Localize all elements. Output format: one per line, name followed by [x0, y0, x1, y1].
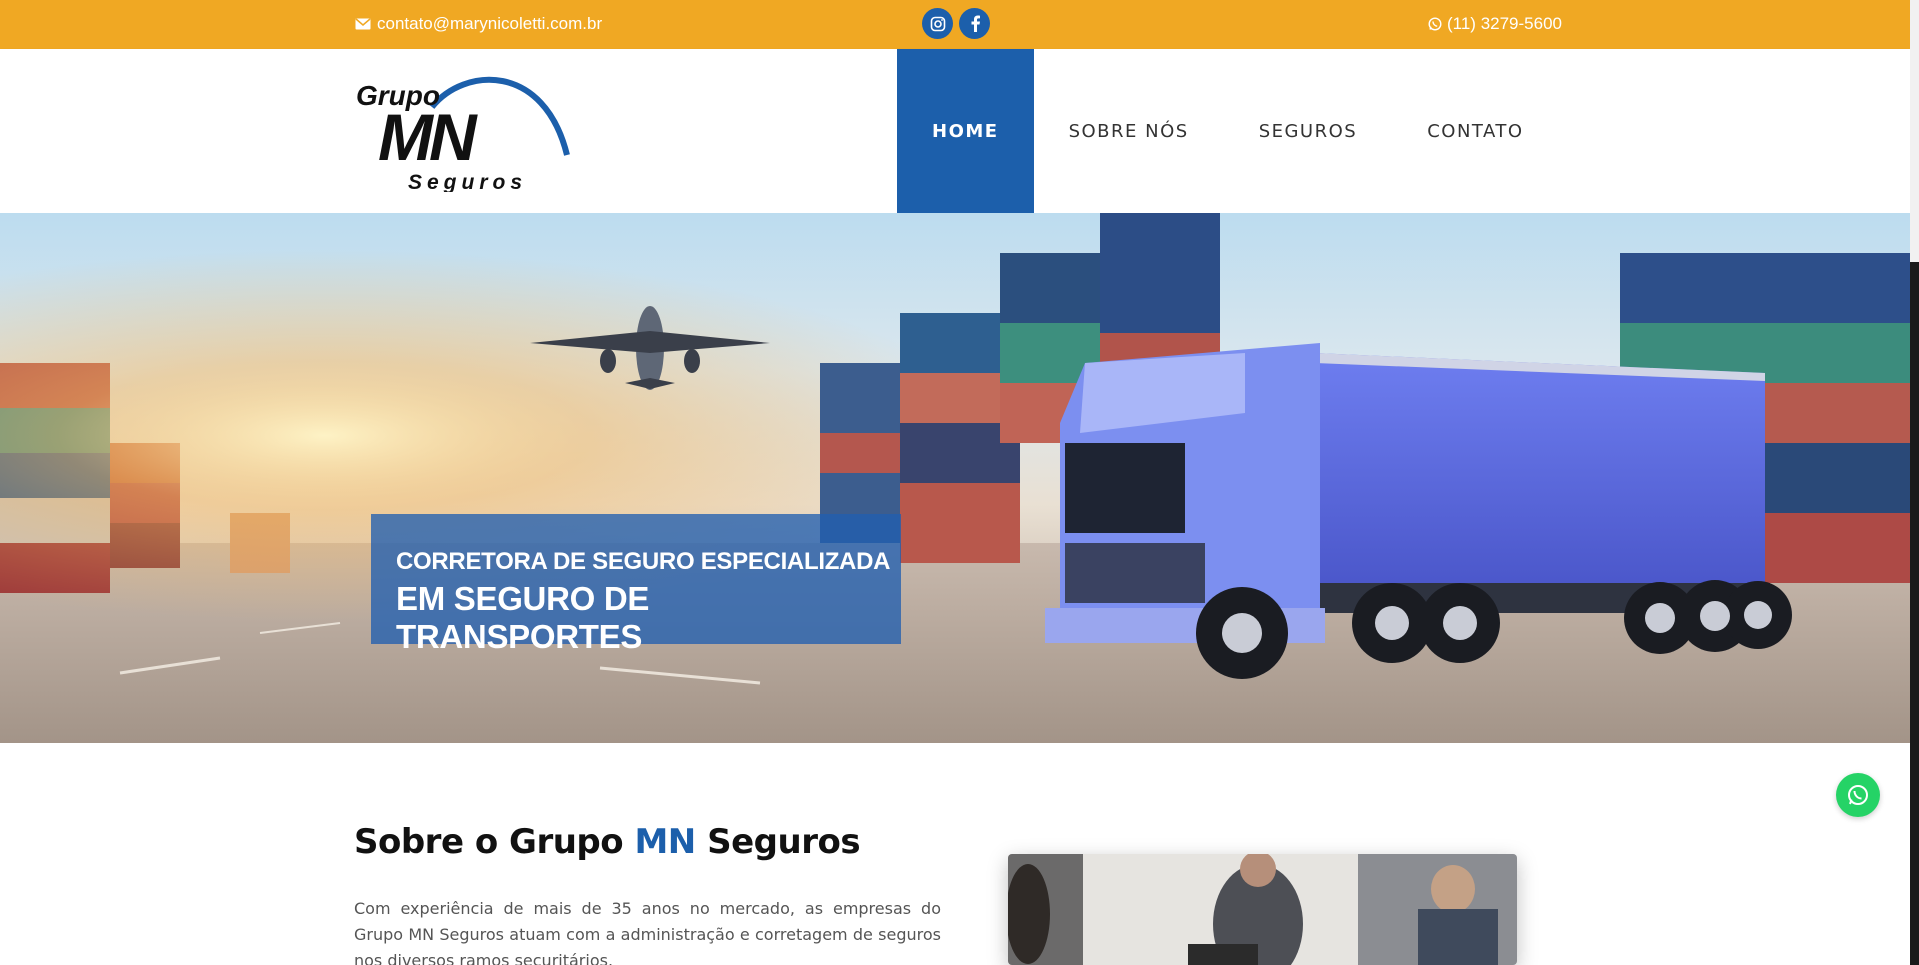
whatsapp-icon: [1428, 17, 1442, 31]
facebook-icon[interactable]: [959, 8, 990, 39]
hero-banner: CORRETORA DE SEGURO ESPECIALIZADA EM SEG…: [0, 213, 1910, 743]
email-link[interactable]: contato@marynicoletti.com.br: [355, 14, 602, 34]
main-nav: HOME SOBRE NÓS SEGUROS CONTATO: [897, 49, 1559, 213]
about-title-part2: Seguros: [695, 822, 861, 862]
envelope-icon: [355, 18, 371, 30]
phone-text: (11) 3279-5600: [1447, 14, 1562, 33]
page-scrollbar[interactable]: [1910, 0, 1919, 965]
social-links: [922, 8, 990, 39]
nav-seguros[interactable]: SEGUROS: [1224, 49, 1393, 213]
whatsapp-icon: [1848, 785, 1868, 805]
about-text: Com experiência de mais de 35 anos no me…: [354, 899, 941, 965]
nav-sobre-nos[interactable]: SOBRE NÓS: [1034, 49, 1224, 213]
about-title: Sobre o Grupo MN Seguros: [354, 822, 861, 862]
logo[interactable]: Grupo MN Seguros: [354, 67, 574, 194]
phone-contact[interactable]: (11) 3279-5600: [1428, 14, 1562, 34]
hero-image: [0, 213, 1910, 743]
logo-text-seguros: Seguros: [408, 171, 527, 192]
top-bar: contato@marynicoletti.com.br (11) 3279-5…: [0, 0, 1910, 49]
email-text: contato@marynicoletti.com.br: [377, 14, 603, 33]
page: contato@marynicoletti.com.br (11) 3279-5…: [0, 0, 1919, 965]
instagram-icon[interactable]: [922, 8, 953, 39]
hero-headline-line1: CORRETORA DE SEGURO ESPECIALIZADA: [396, 548, 891, 575]
nav-home[interactable]: HOME: [897, 49, 1034, 213]
whatsapp-float-button[interactable]: [1836, 773, 1880, 817]
hero-headline-line2: EM SEGURO DE TRANSPORTES: [396, 580, 650, 655]
hero-headline-box: CORRETORA DE SEGURO ESPECIALIZADA EM SEG…: [371, 514, 901, 655]
about-title-accent: MN: [634, 822, 696, 862]
about-photo: [1008, 854, 1517, 965]
site-header: Grupo MN Seguros HOME SOBRE NÓS SEGUROS …: [0, 49, 1910, 213]
nav-contato[interactable]: CONTATO: [1392, 49, 1558, 213]
logo-text-mn: MN: [378, 100, 478, 174]
scrollbar-thumb[interactable]: [1910, 262, 1919, 965]
about-title-part1: Sobre o Grupo: [354, 822, 635, 862]
